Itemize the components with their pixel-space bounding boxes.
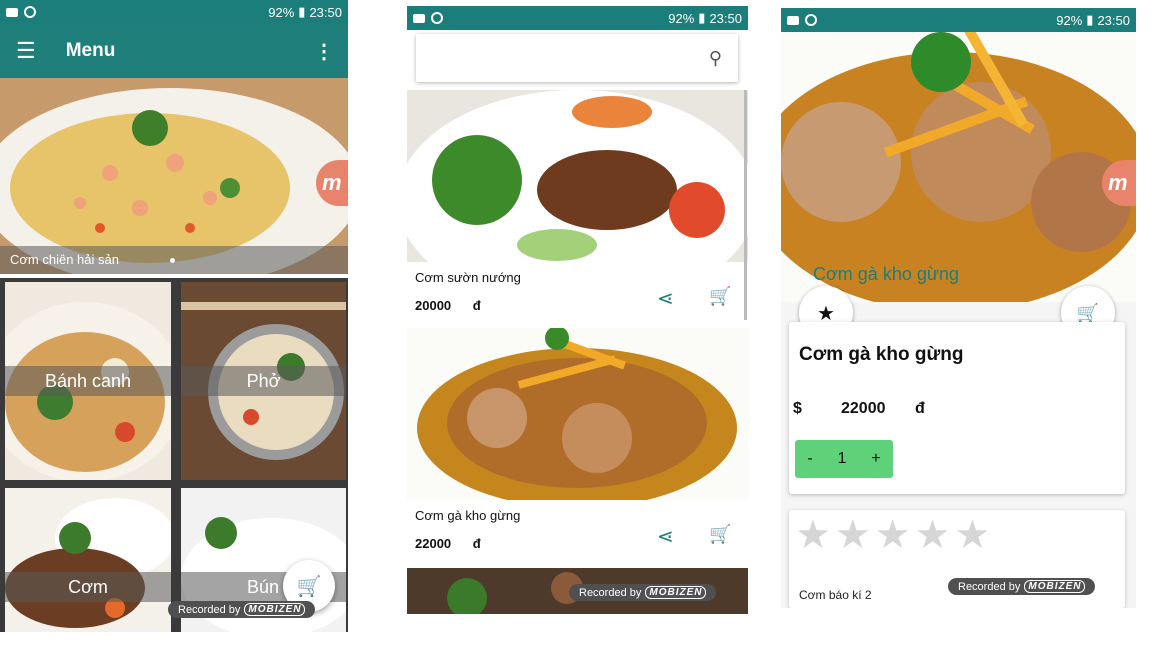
category-label: Cơm — [68, 577, 108, 597]
detail-food-image: Cơm gà kho gừng — [781, 32, 1136, 302]
message-icon — [787, 15, 799, 25]
food-name: Cơm sườn nướng — [415, 270, 521, 285]
search-icon[interactable]: ⚲ — [709, 48, 722, 69]
star-3-icon[interactable]: ★ — [875, 513, 915, 557]
category-caption-strip: Cơm — [5, 572, 171, 602]
food-name: Cơm gà kho gừng — [415, 508, 521, 523]
food-price: 22000 — [415, 536, 452, 551]
recorded-label: Recorded by — [178, 603, 241, 616]
battery-icon: ▮ — [698, 10, 706, 25]
food-price-row: 22000 đ — [415, 536, 481, 551]
food-card[interactable]: Cơm gà kho gừng 22000 đ ⋖ 🛒 — [407, 328, 748, 566]
mobizen-logo: MOBIZEN — [244, 603, 306, 616]
hero-slider-image[interactable]: Cơm chiên hải sản — [0, 78, 348, 274]
overflow-menu-icon[interactable]: ⋮ — [314, 39, 334, 64]
food-price-row: 20000 đ — [415, 298, 481, 313]
recorded-label: Recorded by — [958, 580, 1021, 593]
category-tile-com[interactable]: Cơm — [5, 488, 171, 632]
category-label: Phở — [246, 371, 281, 391]
price-row: $ 22000 đ — [793, 400, 925, 418]
star-5-icon[interactable]: ★ — [954, 513, 994, 557]
category-caption-strip: Phở — [181, 366, 346, 396]
clock: 23:50 — [709, 10, 742, 26]
detail-price: 22000 — [841, 400, 886, 417]
recording-watermark: Recorded by MOBIZEN — [569, 584, 717, 601]
search-bar[interactable]: ⚲ — [416, 34, 738, 82]
rating-stars[interactable]: ★★★★★ — [795, 512, 994, 558]
share-icon[interactable]: ⋖ — [657, 524, 674, 549]
recording-watermark: Recorded by MOBIZEN — [948, 578, 1096, 595]
currency-label: đ — [915, 400, 925, 417]
hamburger-menu-icon[interactable]: ☰ — [16, 38, 36, 64]
mobizen-logo: MOBIZEN — [645, 586, 707, 599]
battery-icon: ▮ — [1086, 12, 1094, 27]
star-4-icon[interactable]: ★ — [915, 513, 955, 557]
app-bar-title: Menu — [65, 40, 116, 61]
hero-caption: Cơm chiên hải sản — [10, 252, 119, 267]
food-price: 20000 — [415, 298, 452, 313]
status-bar: 92% ▮ 23:50 — [0, 0, 348, 24]
share-icon[interactable]: ⋖ — [657, 286, 674, 311]
slider-dot-indicator[interactable] — [170, 258, 175, 263]
battery-percent: 92% — [1056, 12, 1083, 28]
clock: 23:50 — [1097, 12, 1130, 28]
messenger-icon — [431, 12, 443, 24]
food-image[interactable] — [407, 328, 748, 500]
add-to-cart-icon[interactable]: 🛒 — [709, 286, 731, 307]
detail-title: Cơm gà kho gừng — [799, 344, 964, 365]
currency-label: đ — [472, 298, 481, 313]
image-caption: Cơm gà kho gừng — [813, 264, 959, 284]
detail-card: Cơm gà kho gừng $ 22000 đ - 1 + — [789, 322, 1125, 494]
category-tile-pho[interactable]: Phở — [181, 282, 346, 480]
battery-percent: 92% — [668, 10, 695, 26]
messenger-icon — [24, 6, 36, 18]
currency-label: đ — [472, 536, 481, 551]
increase-button[interactable]: + — [871, 450, 880, 468]
cart-icon: 🛒 — [296, 575, 322, 598]
status-bar: 92% ▮ 23:50 — [407, 6, 748, 30]
status-bar: 92% ▮ 23:50 — [781, 8, 1136, 32]
phone-menu-screen: 92%▮23:50 ☰ Menu ⋮ Cơm chiên hải sản m — [0, 0, 348, 632]
scrollbar[interactable] — [744, 90, 747, 320]
related-item-label: Cơm báo kí 2 — [799, 588, 872, 602]
category-tile-banh-canh[interactable]: Bánh canh — [5, 282, 171, 480]
dollar-icon: $ — [793, 400, 802, 417]
app-bar: ☰ Menu ⋮ — [0, 24, 348, 78]
star-2-icon[interactable]: ★ — [835, 513, 875, 557]
mobizen-logo: MOBIZEN — [1024, 580, 1086, 593]
category-label: Bún — [247, 577, 280, 597]
search-input[interactable] — [426, 49, 709, 67]
food-card[interactable]: Cơm sườn nướng 20000 đ ⋖ 🛒 — [407, 90, 748, 320]
battery-percent: 92% — [268, 4, 295, 20]
battery-icon: ▮ — [298, 4, 306, 19]
message-icon — [6, 7, 18, 17]
recorded-label: Recorded by — [579, 586, 642, 599]
clock: 23:50 — [309, 4, 342, 20]
quantity-stepper: - 1 + — [795, 440, 893, 478]
recording-watermark: Recorded by MOBIZEN — [168, 601, 316, 618]
add-to-cart-icon[interactable]: 🛒 — [709, 524, 731, 545]
phone-detail-screen: 92% ▮ 23:50 Cơm gà kho gừng m ★ 🛒 Cơm gà k… — [781, 8, 1136, 608]
category-label: Bánh canh — [44, 371, 132, 391]
quantity-value: 1 — [837, 450, 847, 467]
category-caption-strip: Bánh canh — [5, 366, 171, 396]
decrease-button[interactable]: - — [807, 450, 812, 468]
hero-caption-strip: Cơm chiên hải sản — [0, 246, 348, 274]
food-image[interactable] — [407, 90, 748, 262]
phone-list-screen: 92%▮23:50 ⚲ Cơm sườn nướng 20000 đ ⋖ 🛒 — [407, 6, 748, 614]
messenger-icon — [805, 14, 817, 26]
star-1-icon[interactable]: ★ — [795, 513, 835, 557]
message-icon — [413, 13, 425, 23]
cart-plus-icon: 🛒 — [1076, 302, 1100, 323]
